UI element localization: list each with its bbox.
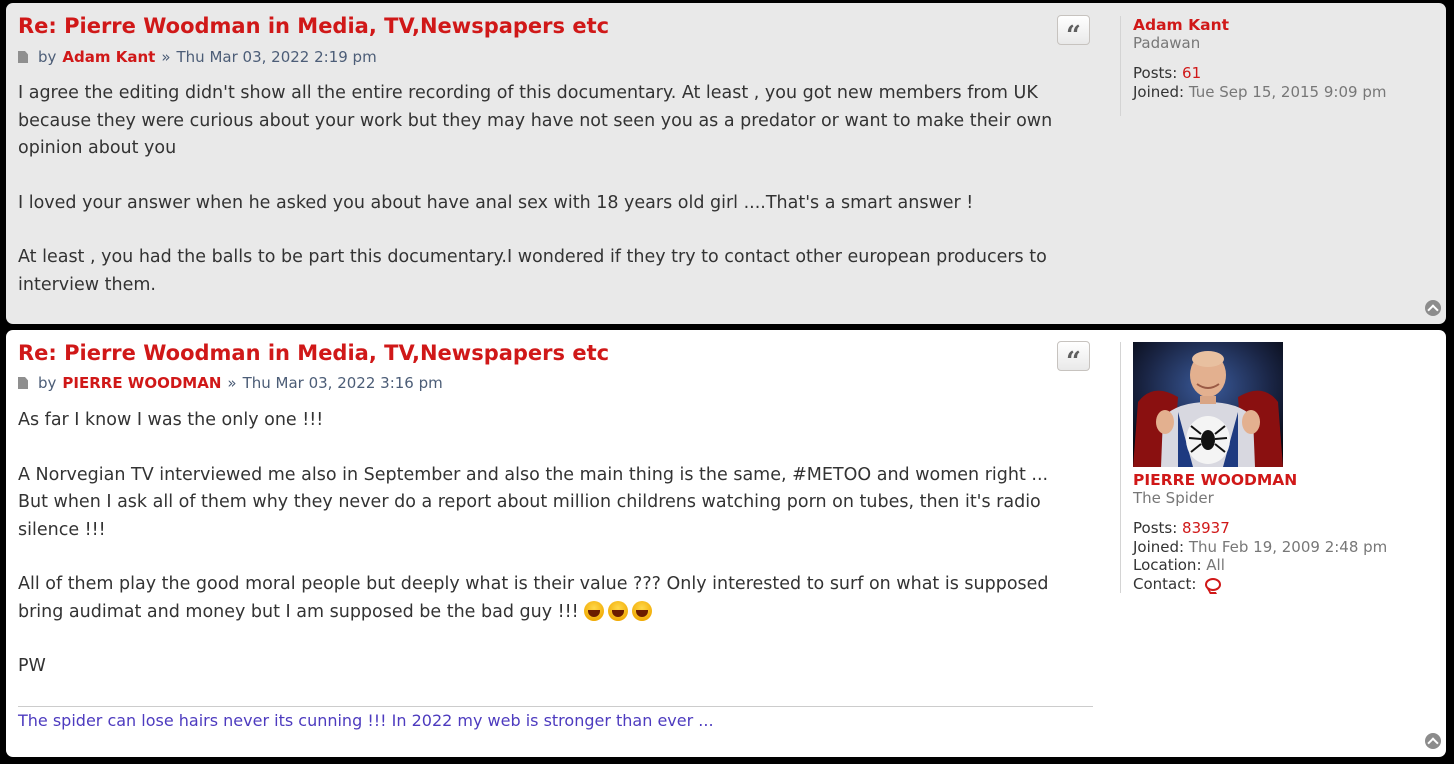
quote-button[interactable]: “: [1057, 341, 1090, 375]
post-title[interactable]: Re: Pierre Woodman in Media, TV,Newspape…: [18, 341, 609, 365]
post-author-line: by PIERRE WOODMAN » Thu Mar 03, 2022 3:1…: [18, 374, 443, 392]
post-2: Re: Pierre Woodman in Media, TV,Newspape…: [6, 330, 1446, 757]
quote-icon: “: [1066, 347, 1081, 377]
post-icon[interactable]: [18, 51, 28, 63]
avatar[interactable]: [1133, 342, 1283, 467]
quote-icon: “: [1066, 21, 1081, 51]
post-date: Thu Mar 03, 2022 2:19 pm: [176, 48, 377, 66]
author-link[interactable]: PIERRE WOODMAN: [62, 374, 221, 392]
profile-contact: Contact:: [1133, 575, 1387, 594]
by-label: by: [38, 374, 57, 392]
profile-posts: Posts: 83937: [1133, 519, 1230, 537]
quote-button[interactable]: “: [1057, 15, 1090, 49]
speech-bubble-icon[interactable]: [1205, 577, 1222, 591]
by-label: by: [38, 48, 57, 66]
laughing-emoji-icon: [584, 600, 605, 621]
post-signature: The spider can lose hairs never its cunn…: [18, 706, 1093, 730]
post-paragraph: I agree the editing didn't show all the …: [18, 83, 1053, 158]
post-date: Thu Mar 03, 2022 3:16 pm: [242, 374, 443, 392]
laughing-emoji-icon: [608, 600, 629, 621]
profile-rank: The Spider: [1133, 489, 1214, 507]
post-profile: PIERRE WOODMAN The Spider Posts: 83937 J…: [1120, 342, 1387, 593]
separator: »: [227, 374, 237, 392]
back-to-top-icon[interactable]: [1425, 733, 1441, 749]
back-to-top-icon[interactable]: [1425, 300, 1441, 316]
profile-name[interactable]: Adam Kant: [1133, 16, 1386, 34]
author-link[interactable]: Adam Kant: [62, 48, 155, 66]
separator: »: [161, 48, 171, 66]
profile-posts-count[interactable]: 83937: [1182, 519, 1230, 537]
post-paragraph: At least , you had the balls to be part …: [18, 247, 1047, 295]
profile-joined: Joined: Thu Feb 19, 2009 2:48 pm: [1133, 537, 1388, 556]
post-profile: Adam Kant Padawan Posts: 61 Joined: Tue …: [1120, 16, 1386, 116]
post-paragraph: But when I ask all of them why they neve…: [18, 492, 1041, 540]
profile-posts: Posts: 61: [1133, 64, 1202, 82]
profile-rank: Padawan: [1133, 34, 1201, 52]
post-paragraph: A Norvegian TV interviewed me also in Se…: [18, 464, 1049, 485]
post-1: Re: Pierre Woodman in Media, TV,Newspape…: [6, 3, 1446, 324]
post-author-line: by Adam Kant » Thu Mar 03, 2022 2:19 pm: [18, 48, 377, 66]
post-paragraph: I loved your answer when he asked you ab…: [18, 192, 974, 213]
profile-location: Location: All: [1133, 556, 1225, 574]
profile-joined: Joined: Tue Sep 15, 2015 9:09 pm: [1133, 82, 1387, 101]
post-content: I agree the editing didn't show all the …: [18, 80, 1098, 299]
post-paragraph: All of them play the good moral people b…: [18, 574, 1049, 622]
post-icon[interactable]: [18, 377, 28, 389]
profile-posts-count[interactable]: 61: [1182, 64, 1201, 82]
post-paragraph: PW: [18, 656, 46, 676]
avatar-image: [1133, 342, 1283, 467]
post-content: As far I know I was the only one !!! A N…: [18, 407, 1098, 681]
profile-name[interactable]: PIERRE WOODMAN: [1133, 471, 1387, 489]
post-paragraph: As far I know I was the only one !!!: [18, 410, 324, 430]
post-title[interactable]: Re: Pierre Woodman in Media, TV,Newspape…: [18, 14, 609, 38]
laughing-emoji-icon: [632, 600, 653, 621]
